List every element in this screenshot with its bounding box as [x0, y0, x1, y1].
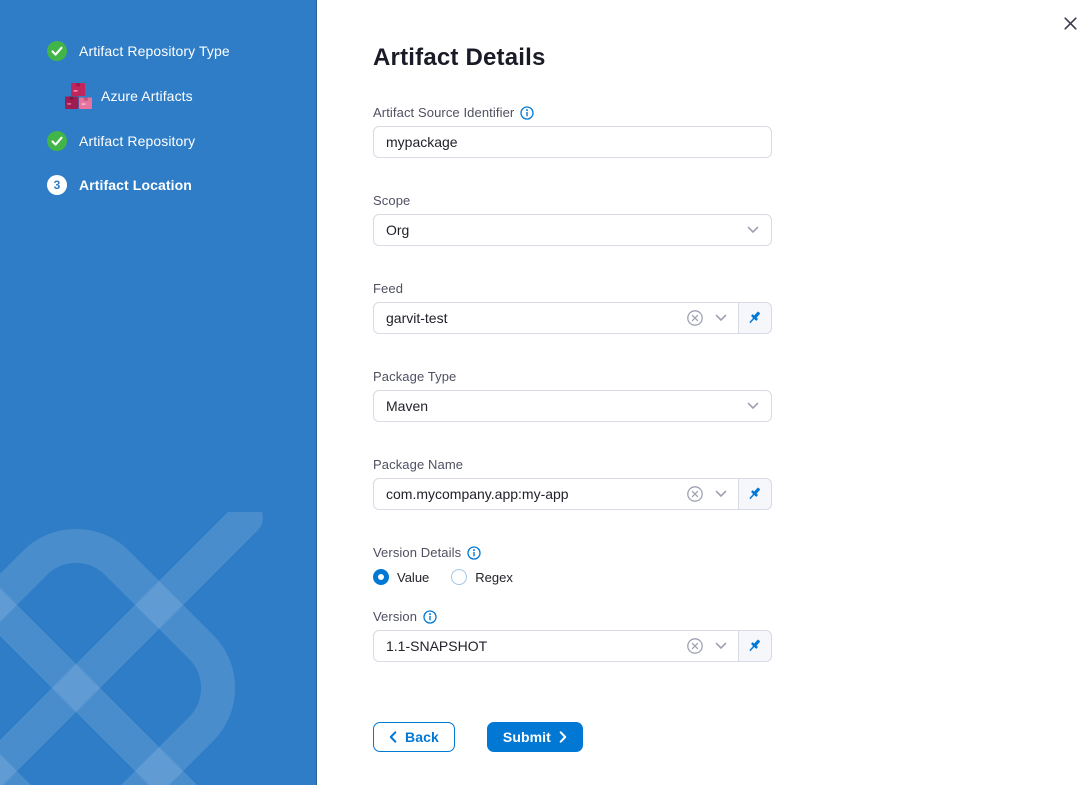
artifact-details-form: Artifact Source Identifier Scope [373, 105, 772, 752]
field-label: Version [373, 609, 417, 624]
version-details-radio-group: Value Regex [373, 569, 772, 585]
field-label: Feed [373, 281, 403, 296]
radio-unselected-icon [451, 569, 467, 585]
azure-artifacts-icon [63, 81, 93, 111]
info-icon[interactable] [423, 610, 437, 624]
field-label: Package Type [373, 369, 456, 384]
radio-option-value[interactable]: Value [373, 569, 429, 585]
clear-icon[interactable] [686, 485, 704, 503]
field-package-name: Package Name [373, 457, 772, 510]
field-scope: Scope [373, 193, 772, 246]
wizard-steps-sidebar: Artifact Repository Type [0, 0, 317, 785]
field-label: Artifact Source Identifier [373, 105, 514, 120]
submit-button[interactable]: Submit [487, 722, 583, 752]
step-artifact-location[interactable]: 3 Artifact Location [47, 175, 317, 195]
pushpin-icon [747, 638, 763, 654]
chevron-down-icon[interactable] [715, 642, 727, 650]
package-name-pin-button[interactable] [739, 478, 772, 510]
package-name-combobox[interactable] [373, 478, 739, 510]
step-label: Artifact Location [79, 177, 192, 193]
close-button[interactable] [1056, 9, 1084, 37]
field-label: Version Details [373, 545, 461, 560]
check-icon [47, 41, 67, 61]
feed-pin-button[interactable] [739, 302, 772, 334]
field-feed: Feed [373, 281, 772, 334]
back-button-label: Back [405, 729, 439, 745]
artifact-source-identifier-input[interactable] [373, 126, 772, 158]
chevron-down-icon[interactable] [715, 314, 727, 322]
field-package-type: Package Type [373, 369, 772, 422]
step-number-badge: 3 [47, 175, 67, 195]
wizard-footer: Back Submit [373, 722, 772, 752]
field-version-details: Version Details Value Regex [373, 545, 772, 585]
step-artifact-repository[interactable]: Artifact Repository [47, 131, 317, 151]
back-button[interactable]: Back [373, 722, 455, 752]
submit-button-label: Submit [503, 729, 551, 745]
clear-icon[interactable] [686, 637, 704, 655]
check-icon [47, 131, 67, 151]
pushpin-icon [747, 486, 763, 502]
step-artifact-repository-type[interactable]: Artifact Repository Type [47, 41, 317, 61]
radio-selected-icon [373, 569, 389, 585]
step-label: Artifact Repository [79, 133, 195, 149]
artifact-details-panel: Artifact Details Artifact Source Identif… [317, 0, 1088, 785]
package-type-select[interactable] [373, 390, 772, 422]
scope-select[interactable] [373, 214, 772, 246]
info-icon[interactable] [467, 546, 481, 560]
field-artifact-source-identifier: Artifact Source Identifier [373, 105, 772, 158]
feed-combobox[interactable] [373, 302, 739, 334]
feed-input[interactable] [374, 303, 738, 333]
field-label: Scope [373, 193, 410, 208]
step-azure-artifacts[interactable]: Azure Artifacts [63, 81, 317, 111]
artifact-wizard-modal: Artifact Repository Type [0, 0, 1088, 785]
package-type-select-value[interactable] [373, 390, 772, 422]
close-icon [1063, 16, 1078, 31]
pushpin-icon [747, 310, 763, 326]
chevron-left-icon [389, 731, 397, 743]
step-label: Azure Artifacts [101, 88, 193, 104]
harness-logo-watermark [0, 512, 266, 785]
step-label: Artifact Repository Type [79, 43, 230, 59]
package-name-input[interactable] [374, 479, 738, 509]
chevron-right-icon [559, 731, 567, 743]
wizard-step-list: Artifact Repository Type [0, 0, 317, 195]
scope-select-value[interactable] [373, 214, 772, 246]
version-combobox[interactable] [373, 630, 739, 662]
field-label: Package Name [373, 457, 463, 472]
version-input[interactable] [374, 631, 738, 661]
info-icon[interactable] [520, 106, 534, 120]
radio-option-regex[interactable]: Regex [451, 569, 513, 585]
field-version: Version [373, 609, 772, 662]
chevron-down-icon[interactable] [715, 490, 727, 498]
clear-icon[interactable] [686, 309, 704, 327]
version-pin-button[interactable] [739, 630, 772, 662]
page-title: Artifact Details [373, 44, 1088, 72]
